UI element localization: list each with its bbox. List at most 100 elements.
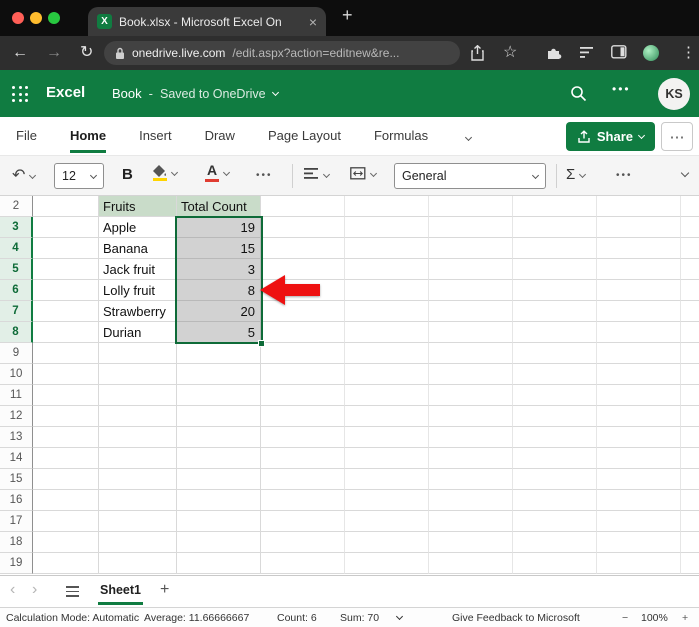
average-status[interactable]: Average: 11.66666667 bbox=[144, 612, 249, 624]
sum-status[interactable]: Sum: 70 bbox=[340, 612, 379, 624]
cell-empty[interactable] bbox=[261, 217, 345, 238]
cell-empty[interactable] bbox=[513, 343, 597, 364]
sheet-tab-sheet1[interactable]: Sheet1 bbox=[98, 583, 143, 605]
row-header-2[interactable]: 2 bbox=[0, 196, 33, 217]
row-header-9[interactable]: 9 bbox=[0, 343, 33, 364]
cell-empty[interactable] bbox=[681, 532, 699, 553]
autosum-button[interactable]: Σ bbox=[566, 166, 587, 183]
menu-item-page-layout[interactable]: Page Layout bbox=[268, 128, 341, 153]
cell-empty[interactable] bbox=[513, 427, 597, 448]
cell-A17[interactable] bbox=[33, 511, 99, 532]
cell-empty[interactable] bbox=[513, 364, 597, 385]
cell-empty[interactable] bbox=[513, 406, 597, 427]
cell-empty[interactable] bbox=[513, 259, 597, 280]
cell-empty[interactable] bbox=[597, 532, 681, 553]
cell-empty[interactable] bbox=[681, 259, 699, 280]
undo-button[interactable]: ↶ bbox=[12, 165, 37, 185]
cell-A6[interactable] bbox=[33, 280, 99, 301]
cell-empty[interactable] bbox=[681, 427, 699, 448]
cell-empty[interactable] bbox=[681, 448, 699, 469]
cell-A12[interactable] bbox=[33, 406, 99, 427]
cell-empty[interactable] bbox=[513, 196, 597, 217]
cell-A18[interactable] bbox=[33, 532, 99, 553]
cell-empty[interactable] bbox=[513, 280, 597, 301]
document-name[interactable]: Book bbox=[112, 86, 142, 101]
cell-empty[interactable] bbox=[513, 448, 597, 469]
cell-empty[interactable] bbox=[513, 217, 597, 238]
menu-item-file[interactable]: File bbox=[16, 128, 37, 153]
cell-empty[interactable] bbox=[261, 343, 345, 364]
cell-empty[interactable] bbox=[429, 553, 513, 574]
cell-empty[interactable] bbox=[261, 280, 345, 301]
font-size-dropdown[interactable]: 12 bbox=[54, 163, 104, 189]
reload-button[interactable]: ↻ bbox=[80, 43, 93, 63]
cell-empty[interactable] bbox=[429, 406, 513, 427]
extensions-puzzle-icon[interactable] bbox=[546, 45, 562, 61]
cell-empty[interactable] bbox=[429, 343, 513, 364]
cell-empty[interactable] bbox=[681, 490, 699, 511]
cell-empty[interactable] bbox=[429, 196, 513, 217]
cell-empty[interactable] bbox=[429, 280, 513, 301]
cell-A5[interactable] bbox=[33, 259, 99, 280]
forward-button[interactable]: → bbox=[46, 43, 62, 63]
cell-C4[interactable]: 15 bbox=[177, 238, 261, 259]
cell-B17[interactable] bbox=[99, 511, 177, 532]
row-header-19[interactable]: 19 bbox=[0, 553, 33, 574]
cell-empty[interactable] bbox=[597, 427, 681, 448]
cell-empty[interactable] bbox=[345, 469, 429, 490]
cell-empty[interactable] bbox=[345, 259, 429, 280]
cell-A9[interactable] bbox=[33, 343, 99, 364]
cell-empty[interactable] bbox=[261, 511, 345, 532]
cell-empty[interactable] bbox=[597, 448, 681, 469]
row-header-5[interactable]: 5 bbox=[0, 259, 33, 280]
cell-empty[interactable] bbox=[345, 406, 429, 427]
cell-C3[interactable]: 19 bbox=[177, 217, 261, 238]
browser-tab[interactable]: X Book.xlsx - Microsoft Excel On × bbox=[88, 7, 326, 36]
cell-empty[interactable] bbox=[429, 511, 513, 532]
cell-A10[interactable] bbox=[33, 364, 99, 385]
cell-A13[interactable] bbox=[33, 427, 99, 448]
extension-avatar-icon[interactable] bbox=[643, 45, 659, 61]
cell-empty[interactable] bbox=[429, 259, 513, 280]
ribbon-more-button[interactable]: ••• bbox=[616, 170, 633, 181]
cell-C17[interactable] bbox=[177, 511, 261, 532]
cell-A2[interactable] bbox=[33, 196, 99, 217]
cell-B19[interactable] bbox=[99, 553, 177, 574]
cell-C10[interactable] bbox=[177, 364, 261, 385]
back-button[interactable]: ← bbox=[12, 43, 28, 63]
cell-empty[interactable] bbox=[345, 532, 429, 553]
cell-empty[interactable] bbox=[261, 301, 345, 322]
cell-C13[interactable] bbox=[177, 427, 261, 448]
merge-dropdown[interactable] bbox=[350, 167, 378, 180]
cell-empty[interactable] bbox=[429, 301, 513, 322]
cell-B3[interactable]: Apple bbox=[99, 217, 177, 238]
cell-empty[interactable] bbox=[597, 301, 681, 322]
excel-logo[interactable]: Excel bbox=[46, 84, 85, 101]
cell-A11[interactable] bbox=[33, 385, 99, 406]
font-more-button[interactable]: ••• bbox=[256, 170, 273, 181]
font-color-button[interactable]: A bbox=[205, 163, 231, 182]
next-sheet-icon[interactable]: › bbox=[32, 581, 37, 599]
cell-empty[interactable] bbox=[261, 259, 345, 280]
cell-empty[interactable] bbox=[681, 217, 699, 238]
cell-A4[interactable] bbox=[33, 238, 99, 259]
cell-empty[interactable] bbox=[681, 511, 699, 532]
cell-empty[interactable] bbox=[345, 364, 429, 385]
row-header-17[interactable]: 17 bbox=[0, 511, 33, 532]
share-page-icon[interactable] bbox=[470, 45, 485, 61]
cell-B15[interactable] bbox=[99, 469, 177, 490]
document-title-group[interactable]: Book - Saved to OneDrive bbox=[112, 86, 279, 101]
cell-A7[interactable] bbox=[33, 301, 99, 322]
cell-empty[interactable] bbox=[429, 469, 513, 490]
search-icon[interactable] bbox=[570, 85, 587, 102]
cell-A19[interactable] bbox=[33, 553, 99, 574]
account-avatar[interactable]: KS bbox=[658, 78, 690, 110]
cell-empty[interactable] bbox=[513, 238, 597, 259]
cell-empty[interactable] bbox=[597, 259, 681, 280]
cell-empty[interactable] bbox=[261, 490, 345, 511]
cell-A16[interactable] bbox=[33, 490, 99, 511]
cell-empty[interactable] bbox=[597, 469, 681, 490]
menubar-more-button[interactable]: ⋯ bbox=[661, 122, 693, 151]
cell-B5[interactable]: Jack fruit bbox=[99, 259, 177, 280]
cell-C18[interactable] bbox=[177, 532, 261, 553]
